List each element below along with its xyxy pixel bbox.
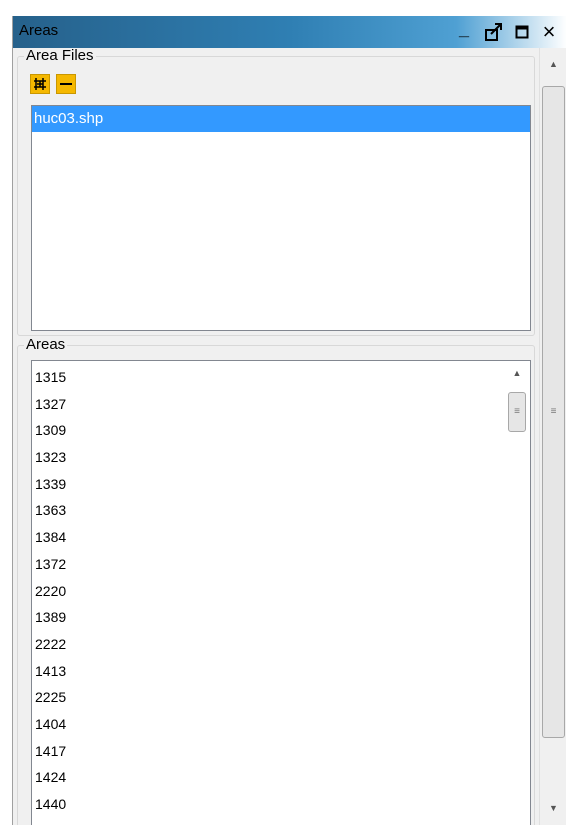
panel-scroll-thumb[interactable]: ≡ (542, 86, 565, 738)
area-list-item[interactable]: 1417 (32, 738, 502, 765)
area-list-item[interactable]: 1315 (32, 364, 502, 391)
areas-list[interactable]: 1315 1327 1309 1323 1339 1363 1384 1372 2220 1389… (31, 360, 531, 825)
maximize-icon (515, 25, 529, 39)
area-files-list[interactable]: huc03.shp (31, 105, 531, 331)
area-list-item[interactable]: 2225 (32, 684, 502, 711)
areas-list-scrollbar[interactable]: ▲ ≡ (504, 361, 530, 825)
minimize-button[interactable]: _ (453, 18, 475, 44)
areas-list-rows: 1315 1327 1309 1323 1339 1363 1384 1372 2220 1389… (32, 364, 502, 825)
areas-group: Areas 1315 1327 1309 1323 1339 1363 1384 1372 22… (17, 337, 535, 825)
add-file-button[interactable] (30, 74, 50, 94)
panel-scroll-up-icon[interactable]: ▲ (540, 54, 566, 74)
pin-icon (485, 23, 502, 41)
area-list-item[interactable]: 1339 (32, 471, 502, 498)
close-icon: × (542, 19, 556, 44)
area-list-item[interactable]: 1413 (32, 658, 502, 685)
panel-content: Area Files huc03.shp Areas 1315 1327 1309 1… (13, 48, 539, 825)
area-list-item[interactable]: 1473 (32, 818, 502, 825)
undock-button[interactable] (483, 20, 505, 44)
maximize-button[interactable] (511, 20, 533, 44)
area-list-item[interactable]: 1372 (32, 551, 502, 578)
remove-file-button[interactable] (56, 74, 76, 94)
panel-scroll-down-icon[interactable]: ▼ (540, 798, 566, 818)
area-list-item[interactable]: 1404 (32, 711, 502, 738)
area-list-item[interactable]: 1323 (32, 444, 502, 471)
close-button[interactable]: × (538, 19, 560, 44)
window-title: Areas (19, 22, 59, 39)
areas-title: Areas (24, 336, 68, 353)
area-list-item[interactable]: 1389 (32, 604, 502, 631)
area-files-title: Area Files (24, 48, 96, 64)
minimize-icon: _ (458, 18, 469, 39)
area-list-item[interactable]: 1440 (32, 791, 502, 818)
area-list-item[interactable]: 1424 (32, 764, 502, 791)
file-list-item-selected[interactable]: huc03.shp (32, 106, 530, 132)
grid-plus-icon (34, 78, 46, 90)
grip-icon: ≡ (514, 406, 520, 417)
area-list-item[interactable]: 1309 (32, 417, 502, 444)
panel-scrollbar[interactable]: ▲ ≡ ▼ (539, 48, 566, 825)
area-files-group: Area Files huc03.shp (17, 48, 535, 336)
area-list-item[interactable]: 2222 (32, 631, 502, 658)
scroll-up-arrow-icon[interactable]: ▲ (504, 363, 530, 383)
minus-icon (60, 83, 72, 85)
panel-grip-icon: ≡ (550, 406, 557, 417)
areas-panel: Areas _ × Area Files huc03.shp Areas 131… (12, 16, 566, 825)
title-bar[interactable]: Areas _ × (13, 16, 566, 48)
area-list-item[interactable]: 1363 (32, 497, 502, 524)
area-list-item[interactable]: 2220 (32, 578, 502, 605)
areas-list-scroll-thumb[interactable]: ≡ (508, 392, 526, 432)
area-list-item[interactable]: 1384 (32, 524, 502, 551)
area-list-item[interactable]: 1327 (32, 391, 502, 418)
